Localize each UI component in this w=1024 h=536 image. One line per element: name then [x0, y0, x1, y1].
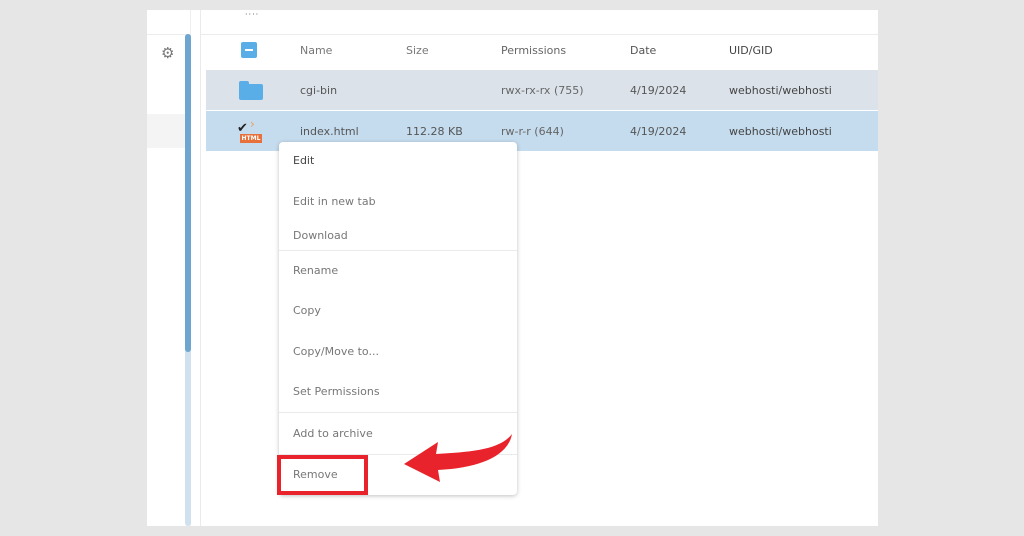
file-owner: webhosti/webhosti [729, 83, 832, 97]
sidebar-topbar [147, 10, 190, 35]
minus-icon [241, 42, 257, 58]
folder-icon [239, 80, 263, 100]
scrollbar-thumb[interactable] [185, 34, 191, 352]
column-header-size[interactable]: Size [406, 44, 429, 57]
gear-icon[interactable]: ⚙ [161, 46, 175, 61]
file-permissions: rwx-rx-rx (755) [501, 83, 584, 97]
menu-item-download[interactable]: Download [293, 229, 348, 242]
menu-item-edit[interactable]: Edit [293, 154, 314, 167]
menu-item-add-to-archive[interactable]: Add to archive [293, 427, 373, 440]
file-owner: webhosti/webhosti [729, 124, 832, 138]
file-date: 4/19/2024 [630, 83, 687, 97]
menu-item-rename[interactable]: Rename [293, 264, 338, 277]
column-header-permissions[interactable]: Permissions [501, 44, 566, 57]
select-all-checkbox[interactable] [239, 42, 257, 58]
column-header-uid-gid[interactable]: UID/GID [729, 44, 773, 57]
menu-item-copy-move[interactable]: Copy/Move to... [293, 345, 379, 358]
file-date: 4/19/2024 [630, 124, 687, 138]
menu-item-set-permissions[interactable]: Set Permissions [293, 385, 380, 398]
file-name: cgi-bin [300, 83, 338, 97]
highlight-box [277, 455, 368, 495]
file-permissions: rw-r-r (644) [501, 124, 564, 138]
arrow-annotation-icon [404, 434, 512, 482]
file-size: 112.28 KB [406, 124, 463, 138]
menu-item-edit-new-tab[interactable]: Edit in new tab [293, 195, 376, 208]
table-header: Name Size Permissions Date UID/GID [206, 30, 878, 70]
column-header-date[interactable]: Date [630, 44, 656, 57]
table-row[interactable]: cgi-bin rwx-rx-rx (755) 4/19/2024 webhos… [206, 70, 878, 110]
file-name: index.html [300, 124, 359, 138]
html-file-icon: › ✔ HTML [237, 117, 262, 143]
menu-separator [279, 250, 517, 251]
more-icon[interactable]: ···· [245, 10, 259, 19]
menu-separator [279, 412, 517, 413]
menu-item-copy[interactable]: Copy [293, 304, 321, 317]
column-header-name[interactable]: Name [300, 44, 332, 57]
sidebar-item-active[interactable] [147, 114, 185, 148]
